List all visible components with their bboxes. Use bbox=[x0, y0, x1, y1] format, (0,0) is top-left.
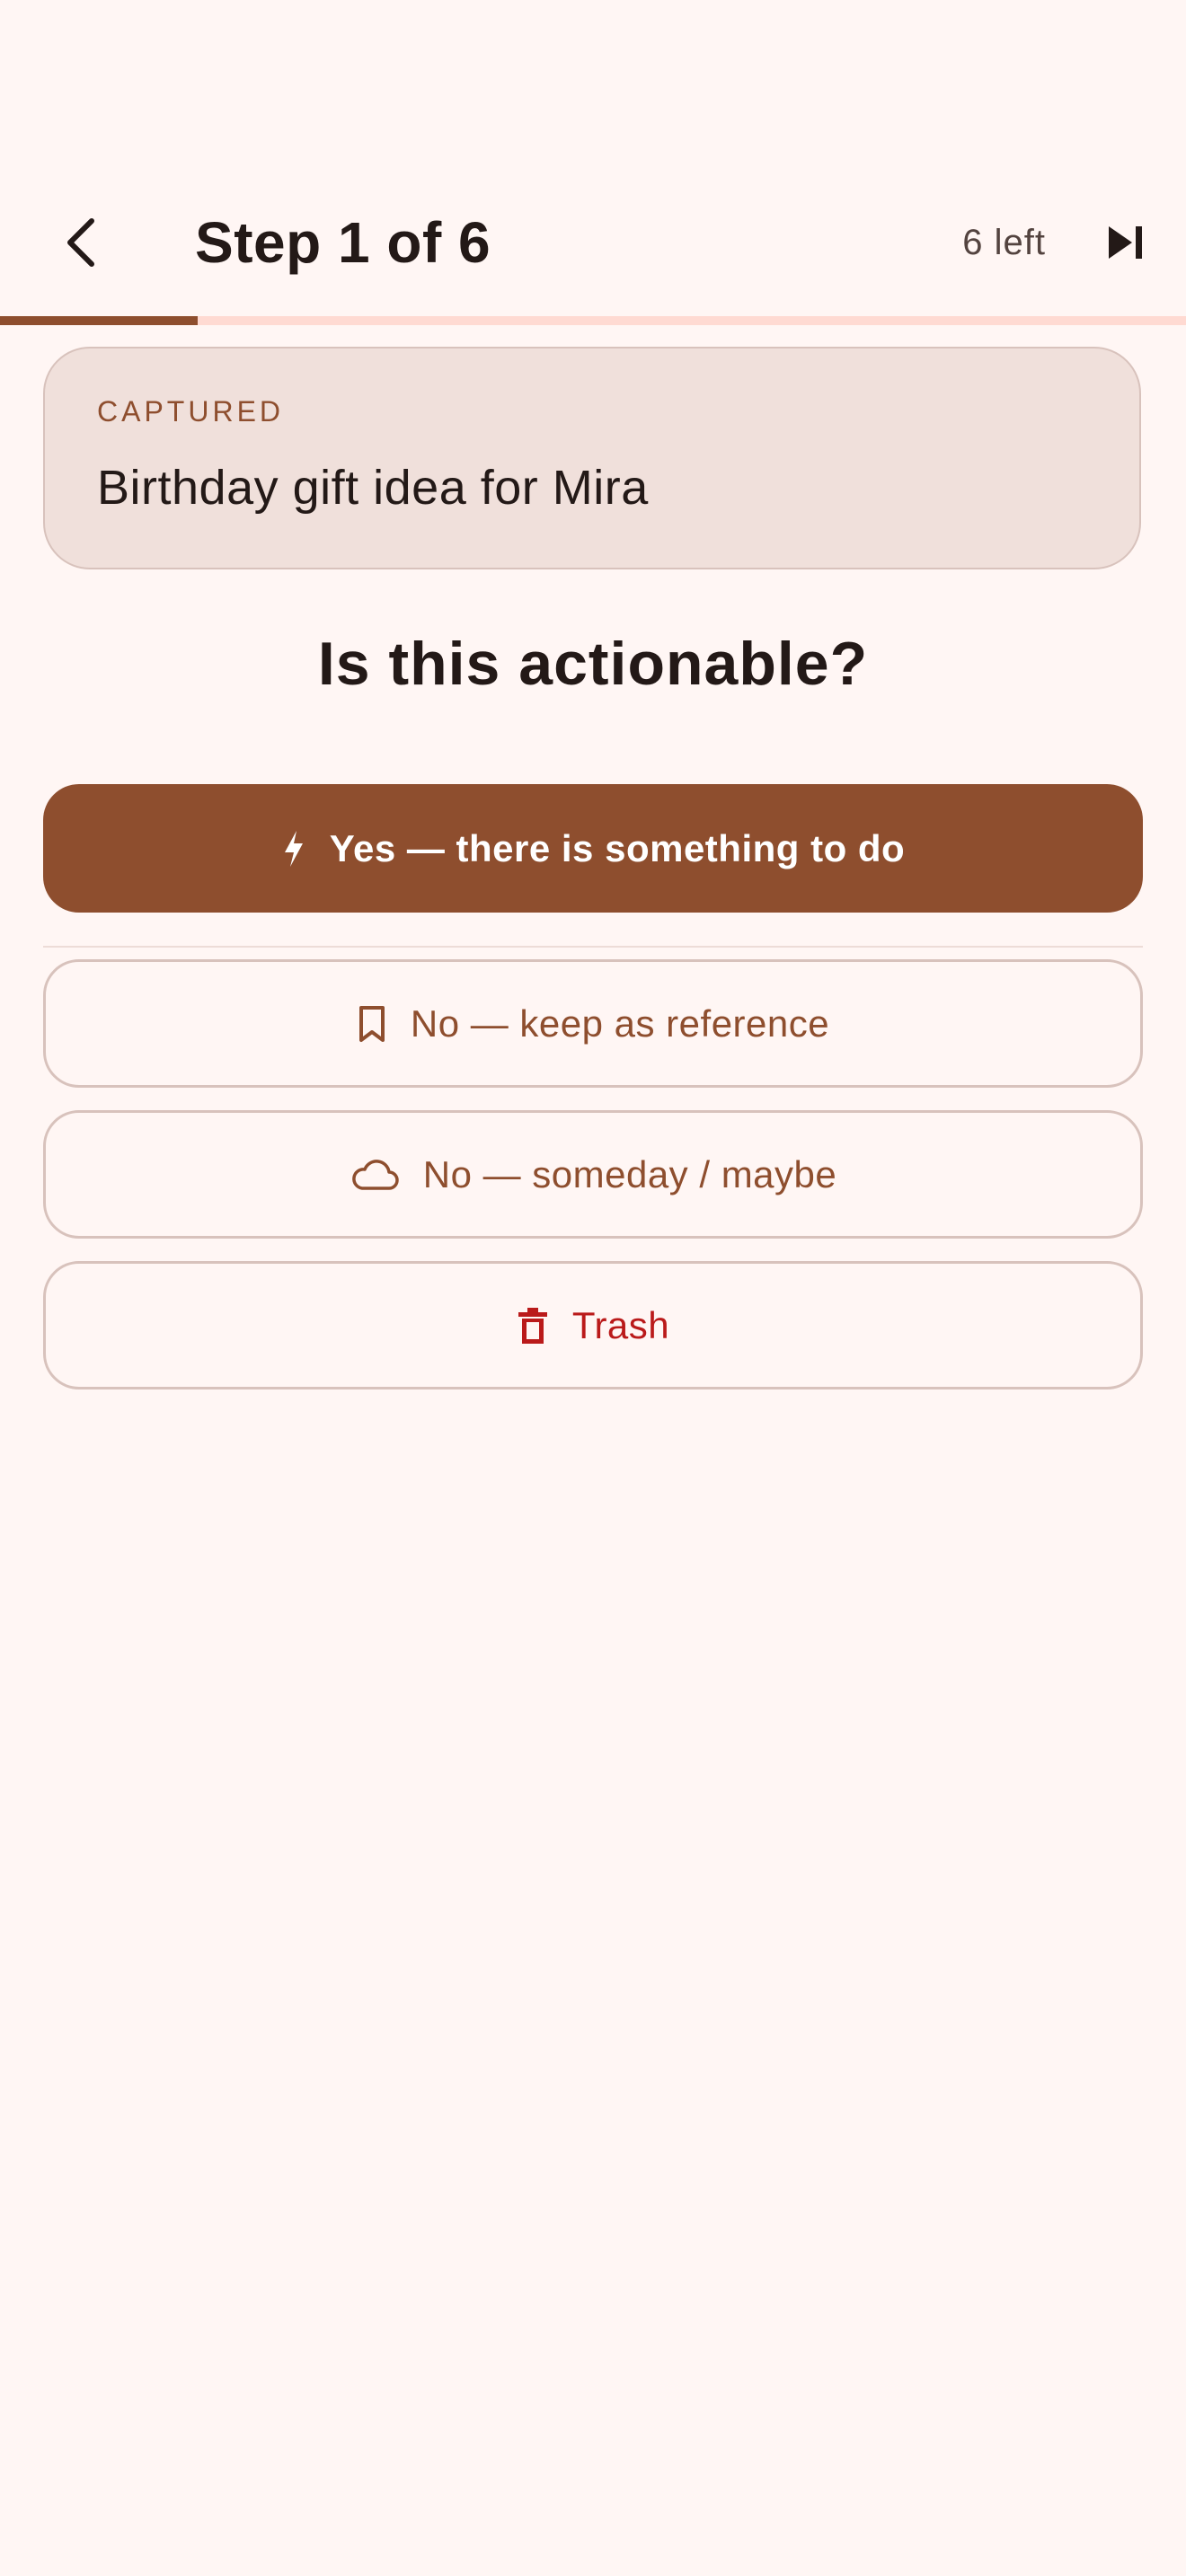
trash-button[interactable]: Trash bbox=[43, 1261, 1143, 1389]
trash-label: Trash bbox=[571, 1303, 670, 1346]
skip-button[interactable] bbox=[1089, 207, 1161, 278]
progress-bar bbox=[0, 316, 1186, 325]
question-heading: Is this actionable? bbox=[317, 630, 869, 698]
bookmark-icon bbox=[357, 1004, 387, 1044]
someday-maybe-label: No — someday / maybe bbox=[422, 1152, 837, 1195]
captured-item-text: Birthday gift idea for Mira bbox=[97, 461, 649, 515]
yes-actionable-label: Yes — there is something to do bbox=[329, 826, 906, 869]
keep-as-reference-label: No — keep as reference bbox=[410, 1001, 830, 1045]
captured-item-card: CAPTURED Birthday gift idea for Mira bbox=[43, 347, 1141, 569]
divider bbox=[43, 946, 1143, 948]
arrow-back-icon bbox=[67, 218, 94, 267]
yes-actionable-button[interactable]: Yes — there is something to do bbox=[43, 784, 1143, 913]
cloud-icon bbox=[350, 1158, 400, 1192]
skip-next-icon bbox=[1109, 226, 1142, 259]
keep-as-reference-button[interactable]: No — keep as reference bbox=[43, 959, 1143, 1088]
remaining-count: 6 left bbox=[962, 223, 1046, 262]
someday-maybe-button[interactable]: No — someday / maybe bbox=[43, 1110, 1143, 1239]
top-app-bar: Step 1 of 6 6 left bbox=[0, 190, 1186, 295]
page-title: Step 1 of 6 bbox=[195, 210, 491, 275]
captured-label: CAPTURED bbox=[97, 395, 285, 428]
back-button[interactable] bbox=[36, 198, 126, 287]
bolt-icon bbox=[281, 829, 306, 869]
trash-icon bbox=[517, 1306, 549, 1345]
progress-bar-fill bbox=[0, 316, 199, 325]
